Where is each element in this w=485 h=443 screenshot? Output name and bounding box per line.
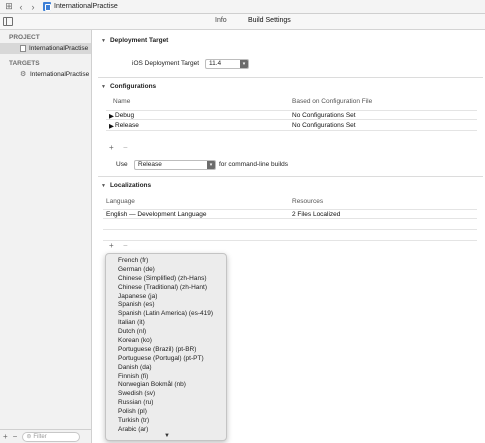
menu-item-language[interactable]: Dutch (nl)	[106, 328, 226, 337]
deployment-version-popup[interactable]: 11.4 ▾	[205, 59, 249, 69]
deployment-version-value: 11.4	[209, 60, 222, 67]
config-row-debug[interactable]: ▶ Debug No Configurations Set	[106, 110, 477, 120]
minus-icon[interactable]: −	[123, 143, 128, 152]
filter-field[interactable]: ⊜ Filter	[22, 431, 81, 442]
config-row-release[interactable]: ▶ Release No Configurations Set	[106, 121, 477, 131]
config-col-based-on: Based on Configuration File	[292, 98, 373, 105]
sidebar-bottom-bar: + − ⊜ Filter	[0, 429, 92, 443]
chevron-updown-icon: ▾	[240, 60, 248, 68]
config-based-on: No Configurations Set	[292, 112, 356, 119]
localizations-title: Localizations	[109, 182, 152, 189]
triangle-down-icon[interactable]: ▼	[106, 433, 226, 439]
menu-item-language[interactable]: Portuguese (Portugal) (pt-PT)	[106, 355, 226, 364]
loc-resources: 2 Files Localized	[292, 211, 341, 218]
filter-placeholder: Filter	[33, 433, 47, 440]
configurations-header[interactable]: ▼ Configurations	[101, 83, 156, 90]
targets-section-header: TARGETS	[9, 60, 40, 67]
project-file-icon	[43, 2, 51, 11]
localizations-header[interactable]: ▼ Localizations	[101, 182, 151, 189]
config-name: Debug	[115, 112, 135, 119]
filter-icon: ⊜	[26, 434, 32, 440]
tab-info[interactable]: Info	[215, 17, 227, 24]
plus-icon[interactable]: +	[109, 143, 114, 152]
sidebar-project-label: InternationalPractise	[29, 45, 89, 52]
menu-item-language[interactable]: Chinese (Simplified) (zh-Hans)	[106, 275, 226, 284]
app-target-icon: ⚙	[20, 71, 27, 78]
sidebar-item-target[interactable]: ⚙ InternationalPractise	[0, 69, 91, 80]
deployment-target-header[interactable]: ▼ Deployment Target	[101, 37, 168, 44]
plus-icon[interactable]: +	[109, 241, 114, 250]
sidebar-target-label: InternationalPractise	[30, 71, 90, 78]
config-col-name: Name	[113, 98, 131, 105]
menu-item-language[interactable]: Chinese (Traditional) (zh-Hant)	[106, 284, 226, 293]
editor-tab-bar: Info Build Settings	[0, 14, 485, 30]
sidebar-toggle-icon[interactable]	[3, 17, 13, 26]
disclosure-triangle-icon: ▼	[101, 84, 106, 90]
divider	[98, 176, 483, 177]
chevron-right-icon[interactable]: ›	[27, 1, 39, 13]
ios-deployment-label: iOS Deployment Target	[132, 60, 200, 67]
menu-item-language[interactable]: French (fr)	[106, 257, 226, 266]
loc-row-empty	[103, 231, 477, 241]
divider	[98, 77, 483, 78]
menu-item-language[interactable]: Norwegian Bokmål (nb)	[106, 381, 226, 390]
jump-bar: ⊞ ‹ › InternationalPractise	[0, 0, 485, 14]
configurations-title: Configurations	[109, 83, 157, 90]
project-section-header: PROJECT	[9, 34, 40, 41]
deployment-target-title: Deployment Target	[109, 37, 169, 44]
grid-icon[interactable]: ⊞	[3, 1, 15, 13]
jumpbar-file-name: InternationalPractise	[54, 3, 118, 10]
menu-item-language[interactable]: Spanish (Latin America) (es-419)	[106, 310, 226, 319]
tab-build-settings[interactable]: Build Settings	[248, 17, 291, 24]
jumpbar-file[interactable]: InternationalPractise	[43, 2, 118, 11]
loc-col-language: Language	[106, 198, 135, 205]
sidebar-item-project[interactable]: InternationalPractise	[0, 43, 91, 54]
plus-icon[interactable]: +	[3, 432, 8, 441]
project-sidebar: PROJECT InternationalPractise TARGETS ⚙ …	[0, 30, 92, 443]
menu-item-language[interactable]: Russian (ru)	[106, 399, 226, 408]
add-localization-menu: French (fr) German (de) Chinese (Simplif…	[105, 253, 227, 441]
menu-item-language[interactable]: Italian (it)	[106, 319, 226, 328]
use-label: Use	[116, 161, 128, 168]
loc-language: English — Development Language	[106, 211, 207, 218]
config-based-on: No Configurations Set	[292, 122, 356, 129]
minus-icon[interactable]: −	[13, 432, 18, 441]
disclosure-arrow-icon[interactable]: ▶	[109, 122, 114, 130]
menu-item-language[interactable]: Swedish (sv)	[106, 390, 226, 399]
project-document-icon	[20, 45, 26, 52]
loc-col-resources: Resources	[292, 198, 324, 205]
minus-icon[interactable]: −	[123, 241, 128, 250]
menu-item-language[interactable]: Portuguese (Brazil) (pt-BR)	[106, 346, 226, 355]
menu-item-language[interactable]: Polish (pl)	[106, 408, 226, 417]
disclosure-arrow-icon[interactable]: ▶	[109, 112, 114, 120]
loc-row-empty	[103, 220, 477, 230]
menu-item-language[interactable]: Japanese (ja)	[106, 293, 226, 302]
menu-item-language[interactable]: Turkish (tr)	[106, 417, 226, 426]
menu-item-language[interactable]: German (de)	[106, 266, 226, 275]
menu-item-language[interactable]: Korean (ko)	[106, 337, 226, 346]
menu-item-language[interactable]: Spanish (es)	[106, 301, 226, 310]
chevron-left-icon[interactable]: ‹	[15, 1, 27, 13]
use-configuration-value: Release	[138, 161, 162, 168]
use-configuration-popup[interactable]: Release ▾	[134, 160, 216, 170]
disclosure-triangle-icon: ▼	[101, 183, 106, 189]
chevron-updown-icon: ▾	[207, 161, 215, 169]
config-name: Release	[115, 122, 139, 129]
use-suffix-label: for command-line builds	[219, 161, 289, 168]
menu-item-language[interactable]: Danish (da)	[106, 364, 226, 373]
loc-row-english[interactable]: English — Development Language 2 Files L…	[103, 209, 477, 219]
disclosure-triangle-icon: ▼	[101, 38, 106, 44]
